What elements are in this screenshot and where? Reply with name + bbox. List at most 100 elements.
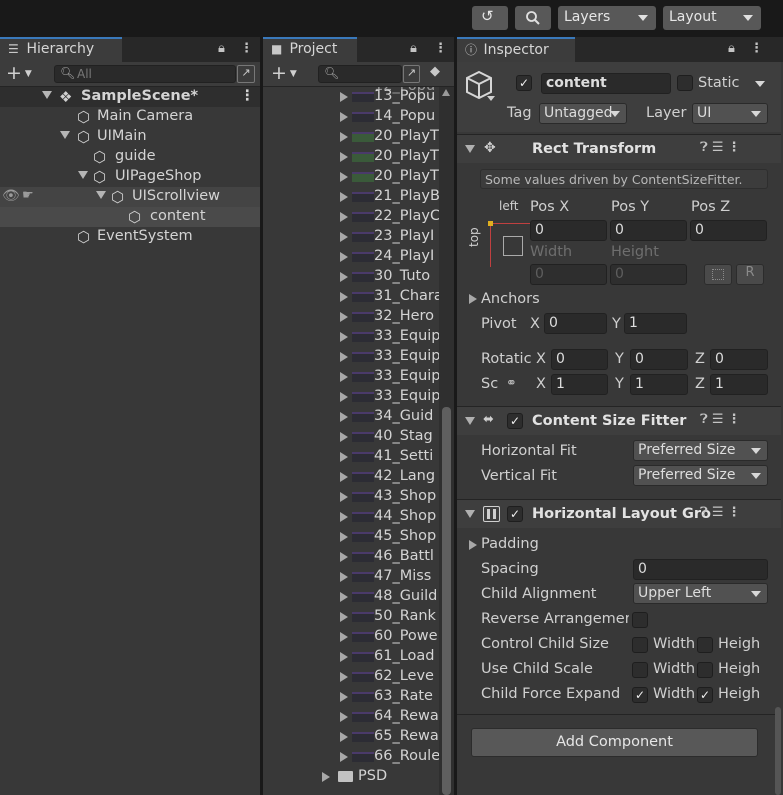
project-item[interactable]: 40_Stag <box>263 427 439 447</box>
project-item[interactable]: 62_Leve <box>263 667 439 687</box>
filter-type-icon[interactable]: ◆ <box>430 64 440 79</box>
pos-z-field[interactable]: 0 <box>690 220 767 241</box>
history-button[interactable]: ↺ <box>472 6 508 30</box>
rot-z-field[interactable]: 0 <box>710 349 768 370</box>
horizontal-fit-dropdown[interactable]: Preferred Size <box>633 440 768 461</box>
project-item[interactable]: 33_Equip <box>263 387 439 407</box>
tab-inspector[interactable]: ⓘ Inspector <box>457 37 575 62</box>
vertical-fit-dropdown[interactable]: Preferred Size <box>633 465 768 486</box>
lock-icon[interactable]: 🔒︎ <box>410 41 417 56</box>
expand-width-checkbox[interactable]: ✓ <box>632 687 648 703</box>
lock-icon[interactable]: 🔒︎ <box>728 41 735 56</box>
component-menu-icon[interactable]: ⋮ <box>727 412 744 427</box>
project-item[interactable]: 64_Rewa <box>263 707 439 727</box>
project-item[interactable]: 60_Powe <box>263 627 439 647</box>
pivot-y-field[interactable]: 1 <box>624 313 687 334</box>
project-item[interactable]: 33_Equip <box>263 367 439 387</box>
scale-y-field[interactable]: 1 <box>630 374 688 395</box>
scrollbar-thumb[interactable] <box>442 407 451 795</box>
reverse-arrangement-checkbox[interactable] <box>632 612 648 628</box>
project-item[interactable]: 31_Chara <box>263 287 439 307</box>
project-item[interactable]: 22_PlayC <box>263 207 439 227</box>
picker-icon[interactable]: ↗ <box>403 65 420 83</box>
project-item[interactable]: 66_Roule <box>263 747 439 767</box>
project-item[interactable]: 32_Hero <box>263 307 439 327</box>
project-item[interactable]: 20_PlayT <box>263 127 439 147</box>
create-button[interactable]: + ▼ <box>271 62 297 84</box>
picker-icon[interactable]: ↗ <box>237 65 255 83</box>
padding-foldout-icon[interactable] <box>469 540 477 550</box>
hierarchy-item[interactable]: 👁︎ ☛ ⬡ UIScrollview <box>0 187 260 207</box>
add-button[interactable]: + ▼ <box>6 62 32 84</box>
project-item[interactable]: 23_PlayI <box>263 227 439 247</box>
scene-menu-icon[interactable]: ⋮ <box>240 88 255 104</box>
project-item[interactable]: 50_Rank <box>263 607 439 627</box>
project-item[interactable]: 20_PlayT <box>263 147 439 167</box>
pos-y-field[interactable]: 0 <box>610 220 687 241</box>
expand-triangle-icon[interactable] <box>60 131 70 139</box>
horizontal-layout-group-header[interactable]: ✓ Horizontal Layout Gro ❓︎☰⋮ <box>457 500 781 528</box>
inspector-scrollbar-thumb[interactable] <box>775 707 781 795</box>
constrain-proportions-icon[interactable]: ⚭ <box>506 376 517 391</box>
scale-height-checkbox[interactable] <box>697 662 713 678</box>
active-checkbox[interactable]: ✓ <box>516 75 532 91</box>
control-width-checkbox[interactable] <box>632 637 648 653</box>
preset-icon[interactable]: ☰ <box>712 412 728 427</box>
pickable-hand-icon[interactable]: ☛ <box>22 188 34 203</box>
anchor-preset-button[interactable] <box>488 221 534 267</box>
expand-height-checkbox[interactable]: ✓ <box>697 687 713 703</box>
rot-y-field[interactable]: 0 <box>630 349 688 370</box>
expand-triangle-icon[interactable] <box>42 91 52 99</box>
anchors-foldout-icon[interactable] <box>469 294 477 304</box>
component-menu-icon[interactable]: ⋮ <box>727 505 744 520</box>
add-component-button[interactable]: Add Component <box>471 728 758 757</box>
lock-icon[interactable]: 🔒︎ <box>218 41 225 56</box>
kebab-menu-icon[interactable]: ⋮ <box>434 41 447 56</box>
project-item[interactable]: 42_Lang <box>263 467 439 487</box>
component-tools[interactable]: ❓︎☰⋮ <box>700 412 744 427</box>
spacing-field[interactable]: 0 <box>633 559 768 580</box>
expand-triangle-icon[interactable] <box>322 772 330 782</box>
static-checkbox[interactable] <box>677 75 693 91</box>
project-search-input[interactable]: 🔍︎ <box>318 65 402 83</box>
hierarchy-item[interactable]: ⬡ Main Camera <box>0 107 260 127</box>
project-item[interactable]: 30_Tuto <box>263 267 439 287</box>
foldout-arrow-icon[interactable] <box>465 510 475 518</box>
hierarchy-item-selected[interactable]: ⬡ content <box>0 207 260 227</box>
component-menu-icon[interactable]: ⋮ <box>727 140 744 155</box>
project-item[interactable]: 47_Miss <box>263 567 439 587</box>
layers-dropdown[interactable]: Layers <box>558 6 656 30</box>
foldout-arrow-icon[interactable] <box>465 145 475 153</box>
raw-edit-button[interactable]: R <box>736 264 764 285</box>
layout-dropdown[interactable]: Layout <box>663 6 761 30</box>
project-item[interactable]: 21_PlayB <box>263 187 439 207</box>
scale-width-checkbox[interactable] <box>632 662 648 678</box>
content-size-fitter-enabled-checkbox[interactable]: ✓ <box>507 413 523 429</box>
scroll-up-icon[interactable] <box>442 89 450 96</box>
project-item[interactable]: 65_Rewa <box>263 727 439 747</box>
help-icon[interactable]: ❓︎ <box>700 505 712 520</box>
object-name-input[interactable]: content <box>541 73 671 94</box>
component-tools[interactable]: ❓︎☰⋮ <box>700 505 744 520</box>
scale-z-field[interactable]: 1 <box>710 374 768 395</box>
project-item[interactable]: 34_Guid <box>263 407 439 427</box>
project-item[interactable]: 41_Setti <box>263 447 439 467</box>
project-item[interactable]: 61_Load <box>263 647 439 667</box>
project-scrollbar[interactable] <box>439 87 454 795</box>
expand-triangle-icon[interactable] <box>78 171 88 179</box>
rot-x-field[interactable]: 0 <box>551 349 608 370</box>
search-button[interactable] <box>515 6 551 30</box>
project-item[interactable]: 43_Shop <box>263 487 439 507</box>
project-folder[interactable]: PSD <box>263 767 439 787</box>
pos-x-field[interactable]: 0 <box>530 220 607 241</box>
tab-project[interactable]: ■ Project <box>263 37 357 62</box>
foldout-arrow-icon[interactable] <box>465 417 475 425</box>
project-item[interactable]: 14_Popu <box>263 107 439 127</box>
project-item[interactable]: 48_Guild <box>263 587 439 607</box>
static-dropdown-arrow[interactable] <box>755 81 765 87</box>
preset-icon[interactable]: ☰ <box>712 140 728 155</box>
icon-dropdown-arrow[interactable] <box>487 96 495 101</box>
expand-triangle-icon[interactable] <box>96 191 106 199</box>
kebab-menu-icon[interactable]: ⋮ <box>750 41 763 56</box>
project-item[interactable]: 24_PlayI <box>263 247 439 267</box>
